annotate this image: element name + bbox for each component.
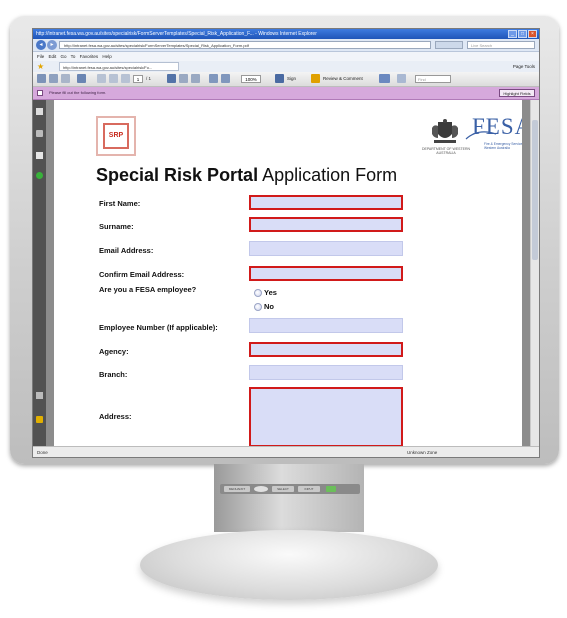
navigation-pane xyxy=(33,100,46,446)
email-field[interactable] xyxy=(249,241,403,256)
first-name-field[interactable] xyxy=(249,195,403,210)
zoom-in-icon[interactable] xyxy=(221,74,230,83)
address-bar-row: ◂ ▸ http://intranet.fesa.wa.gov.au/sites… xyxy=(33,39,539,52)
email-label: Email Address: xyxy=(99,246,154,255)
monitor-menu-button[interactable]: MENU/EXIT xyxy=(224,486,250,492)
pdf-toolbar: 1 / 1 100% Sign Review & Comment Find xyxy=(33,72,539,87)
key-icon[interactable] xyxy=(36,416,43,423)
agency-field[interactable] xyxy=(249,342,403,357)
form-title-rest: Application Form xyxy=(258,165,398,185)
address-input[interactable]: http://intranet.fesa.wa.gov.au/sites/spe… xyxy=(59,41,431,49)
review-comment-menu[interactable]: Review & Comment xyxy=(323,75,363,83)
hand-tool-icon[interactable] xyxy=(77,74,86,83)
monitor-base xyxy=(140,530,438,600)
employee-number-label: Employee Number (If applicable): xyxy=(99,323,218,332)
window-title: http://intranet.fesa.wa.gov.au/sites/spe… xyxy=(36,31,317,37)
prev-page-icon[interactable] xyxy=(97,74,106,83)
sign-icon[interactable] xyxy=(275,74,284,83)
form-notice-bar: Please fill out the following form. High… xyxy=(33,87,539,100)
surname-label: Surname: xyxy=(99,222,134,231)
form-title: Special Risk Portal Application Form xyxy=(96,165,397,186)
review-icon[interactable] xyxy=(311,74,320,83)
page-nav-icon[interactable] xyxy=(121,74,130,83)
srp-logo-text: SRP xyxy=(103,123,129,149)
snapshot-icon[interactable] xyxy=(179,74,188,83)
wa-crest-icon xyxy=(432,119,458,143)
browser-tab[interactable]: http://intranet.fesa.wa.gov.au/sites/spe… xyxy=(59,62,179,71)
search-input[interactable]: Live Search xyxy=(467,41,535,49)
employee-no-radio[interactable] xyxy=(254,303,262,311)
address-field[interactable] xyxy=(249,387,403,447)
minimize-button[interactable]: _ xyxy=(508,30,517,38)
fesa-logo-text: FESA xyxy=(472,114,522,139)
form-title-bold: Special Risk Portal xyxy=(96,165,259,185)
email-icon[interactable] xyxy=(61,74,70,83)
page-total: / 1 xyxy=(146,76,152,81)
find-input[interactable]: Find xyxy=(415,75,451,83)
address-label: Address: xyxy=(99,412,132,421)
confirm-email-field[interactable] xyxy=(249,266,403,281)
form-info-icon xyxy=(37,90,43,96)
monitor-led xyxy=(326,486,336,492)
print-icon[interactable] xyxy=(37,74,46,83)
employee-number-field[interactable] xyxy=(249,318,403,333)
surname-field[interactable] xyxy=(249,217,403,232)
zoom-select[interactable]: 100% xyxy=(241,75,261,83)
maximize-button[interactable]: □ xyxy=(518,30,527,38)
window-titlebar: http://intranet.fesa.wa.gov.au/sites/spe… xyxy=(33,29,539,39)
fesa-subtitle: Fire & Emergency Services Authority of W… xyxy=(484,142,522,150)
crest-caption: DEPARTMENT OF WESTERN AUSTRALIA xyxy=(421,147,471,155)
employee-yes-label: Yes xyxy=(264,288,277,297)
screen: http://intranet.fesa.wa.gov.au/sites/spe… xyxy=(32,28,540,458)
refresh-stop-buttons[interactable] xyxy=(435,41,463,49)
monitor-power-button[interactable] xyxy=(254,486,268,492)
employee-no-label: No xyxy=(264,302,274,311)
page-tools-menu[interactable]: Page Tools xyxy=(513,62,535,71)
zoom-tool-icon[interactable] xyxy=(191,74,200,83)
save-icon[interactable] xyxy=(49,74,58,83)
employee-yes-radio[interactable] xyxy=(254,289,262,297)
tools-icon[interactable] xyxy=(36,392,43,399)
status-bar: Done Unknown Zone xyxy=(33,446,539,457)
close-button[interactable]: × xyxy=(528,30,537,38)
agency-label: Agency: xyxy=(99,347,129,356)
attachments-icon[interactable] xyxy=(36,130,43,137)
monitor-select-button[interactable]: SELECT xyxy=(272,486,294,492)
pdf-page: SRP DEPARTMENT OF WESTERN AUSTRALIA FESA… xyxy=(54,100,522,450)
page-number-input[interactable]: 1 xyxy=(133,75,143,83)
monitor-bezel: http://intranet.fesa.wa.gov.au/sites/spe… xyxy=(10,16,559,464)
employee-question-label: Are you a FESA employee? xyxy=(99,285,197,294)
zoom-out-icon[interactable] xyxy=(209,74,218,83)
back-button[interactable]: ◂ xyxy=(36,40,46,50)
favorites-star-icon[interactable]: ★ xyxy=(37,62,44,71)
forward-button[interactable]: ▸ xyxy=(47,40,57,50)
next-page-icon[interactable] xyxy=(109,74,118,83)
security-zone: Unknown Zone xyxy=(407,450,438,455)
branch-field[interactable] xyxy=(249,365,403,380)
select-tool-icon[interactable] xyxy=(167,74,176,83)
vertical-scrollbar[interactable] xyxy=(530,100,539,446)
signatures-icon[interactable] xyxy=(36,172,43,179)
confirm-email-label: Confirm Email Address: xyxy=(99,270,185,279)
pages-icon[interactable] xyxy=(36,108,43,115)
attach-icon[interactable] xyxy=(397,74,406,83)
first-name-label: First Name: xyxy=(99,199,141,208)
highlight-fields-button[interactable]: Highlight Fields xyxy=(499,89,535,97)
comments-icon[interactable] xyxy=(36,152,43,159)
status-text: Done xyxy=(37,450,48,455)
sign-menu[interactable]: Sign xyxy=(287,75,296,83)
branch-label: Branch: xyxy=(99,370,128,379)
scrollbar-thumb[interactable] xyxy=(532,120,538,260)
srp-logo: SRP xyxy=(96,116,136,156)
monitor-input-button[interactable]: INPUT xyxy=(298,486,320,492)
menu-bar[interactable]: File Edit Go To Favorites Help xyxy=(33,52,539,61)
forms-icon[interactable] xyxy=(379,74,390,83)
monitor-neck xyxy=(214,464,364,532)
notice-message: Please fill out the following form. xyxy=(49,90,107,95)
